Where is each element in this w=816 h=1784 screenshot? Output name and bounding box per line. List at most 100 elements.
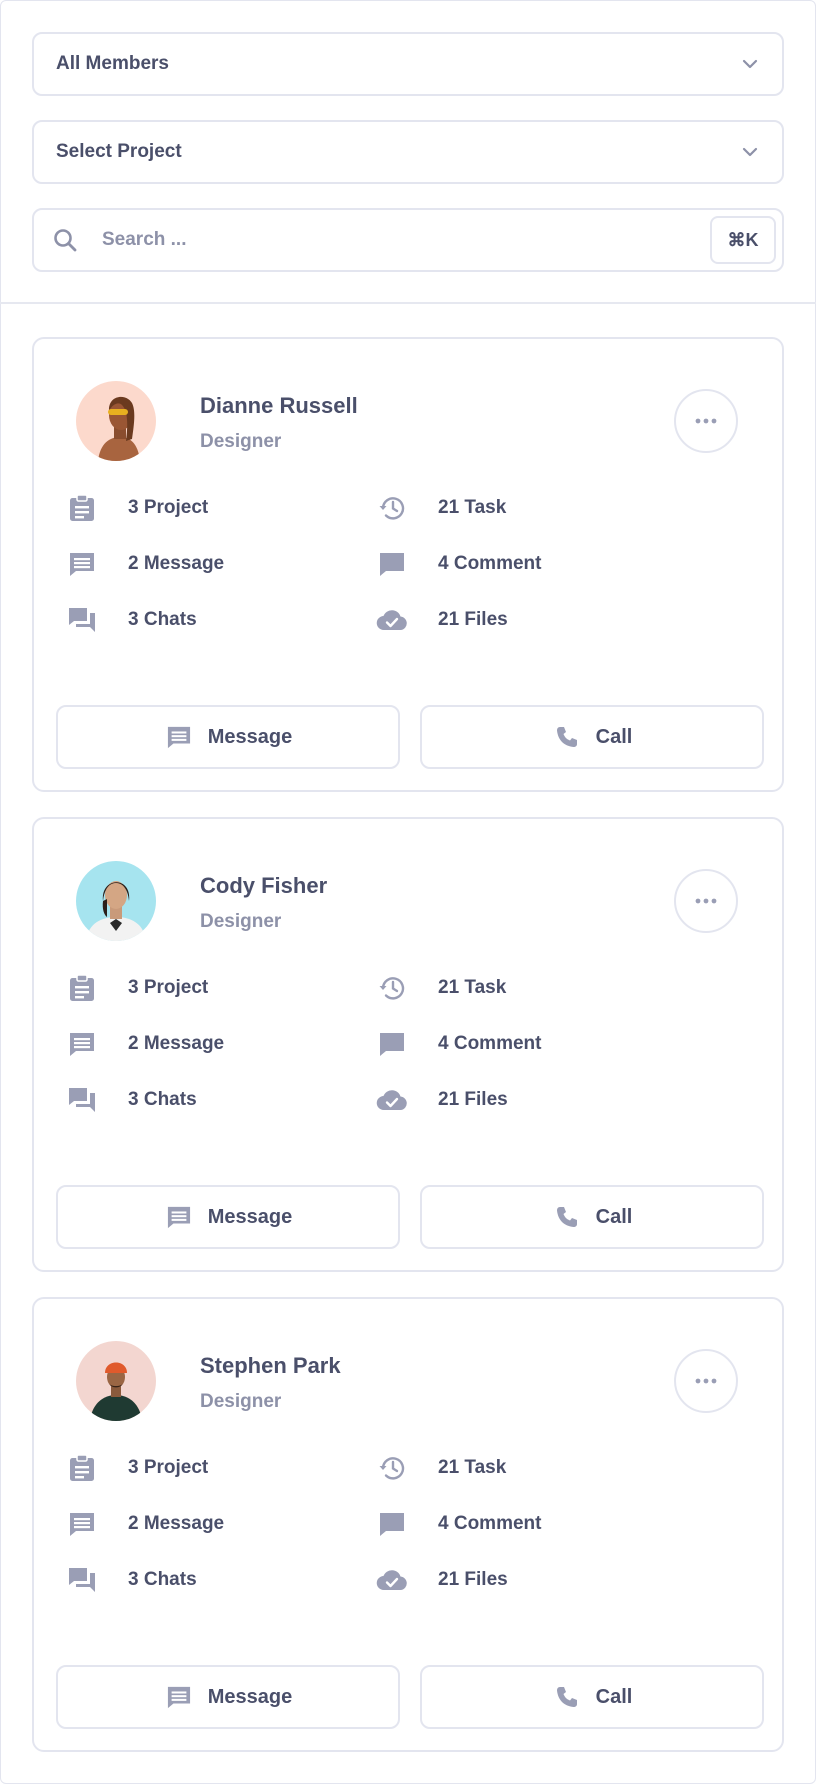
- stat-projects: 3 Project: [64, 488, 208, 528]
- stat-projects: 3 Project: [64, 1448, 208, 1488]
- member-role: Designer: [200, 431, 282, 452]
- search-icon: [50, 225, 80, 255]
- stat-tasks-text: 21 Task: [438, 497, 507, 518]
- message-button[interactable]: Message: [56, 1185, 400, 1249]
- call-button[interactable]: Call: [420, 1185, 764, 1249]
- stat-files: 21 Files: [374, 600, 508, 640]
- stat-messages-text: 2 Message: [128, 1513, 225, 1534]
- avatar: [76, 381, 156, 461]
- message-icon: [64, 1026, 100, 1062]
- comment-icon: [374, 546, 410, 582]
- chats-icon: [64, 602, 100, 638]
- message-button-label: Message: [207, 1205, 293, 1228]
- member-name: Cody Fisher: [200, 873, 328, 898]
- message-button-label: Message: [207, 725, 293, 748]
- stat-messages: 2 Message: [64, 544, 224, 584]
- chevron-down-icon: [740, 54, 760, 74]
- stat-chats: 3 Chats: [64, 600, 197, 640]
- stat-comments: 4 Comment: [374, 544, 541, 584]
- call-button[interactable]: Call: [420, 1665, 764, 1729]
- chevron-down-icon: [740, 142, 760, 162]
- stat-projects-text: 3 Project: [128, 1457, 209, 1478]
- stat-projects-text: 3 Project: [128, 977, 209, 998]
- search-shortcut-badge: ⌘K: [710, 216, 776, 264]
- filters-section: All Members Select Project ⌘K: [0, 0, 816, 304]
- stat-tasks: 21 Task: [374, 1448, 506, 1488]
- comment-icon: [374, 1506, 410, 1542]
- stat-chats-text: 3 Chats: [128, 1089, 197, 1110]
- avatar: [76, 1341, 156, 1421]
- stat-messages-text: 2 Message: [128, 553, 225, 574]
- stat-projects: 3 Project: [64, 968, 208, 1008]
- more-options-button[interactable]: [674, 389, 738, 453]
- search-input[interactable]: [102, 229, 710, 251]
- stat-messages-text: 2 Message: [128, 1033, 225, 1054]
- stat-files-text: 21 Files: [438, 1569, 508, 1590]
- history-icon: [374, 970, 410, 1006]
- stat-comments-text: 4 Comment: [438, 1033, 542, 1054]
- clipboard-icon: [64, 490, 100, 526]
- message-button[interactable]: Message: [56, 705, 400, 769]
- chats-icon: [64, 1082, 100, 1118]
- cloud-done-icon: [374, 1562, 410, 1598]
- more-options-button[interactable]: [674, 869, 738, 933]
- chats-icon: [64, 1562, 100, 1598]
- stat-comments: 4 Comment: [374, 1024, 541, 1064]
- stat-comments-text: 4 Comment: [438, 553, 542, 574]
- message-button[interactable]: Message: [56, 1665, 400, 1729]
- members-select[interactable]: All Members: [32, 32, 784, 96]
- call-button-label: Call: [595, 725, 633, 748]
- stat-tasks-text: 21 Task: [438, 977, 507, 998]
- member-name: Stephen Park: [200, 1353, 341, 1378]
- message-icon: [164, 722, 194, 752]
- phone-icon: [552, 722, 582, 752]
- message-icon: [164, 1202, 194, 1232]
- more-icon: [695, 418, 717, 424]
- message-icon: [64, 1506, 100, 1542]
- member-card: Cody Fisher Designer 3 Project 21 Task 2…: [32, 817, 784, 1272]
- members-select-value: All Members: [56, 53, 169, 74]
- member-card: Stephen Park Designer 3 Project 21 Task …: [32, 1297, 784, 1752]
- member-role: Designer: [200, 1391, 282, 1412]
- message-icon: [64, 546, 100, 582]
- stat-files: 21 Files: [374, 1080, 508, 1120]
- stat-tasks: 21 Task: [374, 968, 506, 1008]
- member-role: Designer: [200, 911, 282, 932]
- message-icon: [164, 1682, 194, 1712]
- stat-chats: 3 Chats: [64, 1560, 197, 1600]
- project-select-value: Select Project: [56, 141, 182, 162]
- comment-icon: [374, 1026, 410, 1062]
- stat-projects-text: 3 Project: [128, 497, 209, 518]
- clipboard-icon: [64, 970, 100, 1006]
- cloud-done-icon: [374, 1082, 410, 1118]
- stat-comments: 4 Comment: [374, 1504, 541, 1544]
- stat-chats: 3 Chats: [64, 1080, 197, 1120]
- more-icon: [695, 1378, 717, 1384]
- phone-icon: [552, 1682, 582, 1712]
- more-icon: [695, 898, 717, 904]
- stat-chats-text: 3 Chats: [128, 1569, 197, 1590]
- search-box: ⌘K: [32, 208, 784, 272]
- history-icon: [374, 1450, 410, 1486]
- stat-messages: 2 Message: [64, 1024, 224, 1064]
- clipboard-icon: [64, 1450, 100, 1486]
- message-button-label: Message: [207, 1685, 293, 1708]
- stat-files: 21 Files: [374, 1560, 508, 1600]
- more-options-button[interactable]: [674, 1349, 738, 1413]
- call-button-label: Call: [595, 1685, 633, 1708]
- stat-chats-text: 3 Chats: [128, 609, 197, 630]
- stat-tasks: 21 Task: [374, 488, 506, 528]
- stat-files-text: 21 Files: [438, 609, 508, 630]
- member-card: Dianne Russell Designer 3 Project 21 Tas…: [32, 337, 784, 792]
- project-select[interactable]: Select Project: [32, 120, 784, 184]
- cloud-done-icon: [374, 602, 410, 638]
- call-button[interactable]: Call: [420, 705, 764, 769]
- phone-icon: [552, 1202, 582, 1232]
- stat-tasks-text: 21 Task: [438, 1457, 507, 1478]
- stat-comments-text: 4 Comment: [438, 1513, 542, 1534]
- history-icon: [374, 490, 410, 526]
- member-name: Dianne Russell: [200, 393, 358, 418]
- stat-messages: 2 Message: [64, 1504, 224, 1544]
- stat-files-text: 21 Files: [438, 1089, 508, 1110]
- avatar: [76, 861, 156, 941]
